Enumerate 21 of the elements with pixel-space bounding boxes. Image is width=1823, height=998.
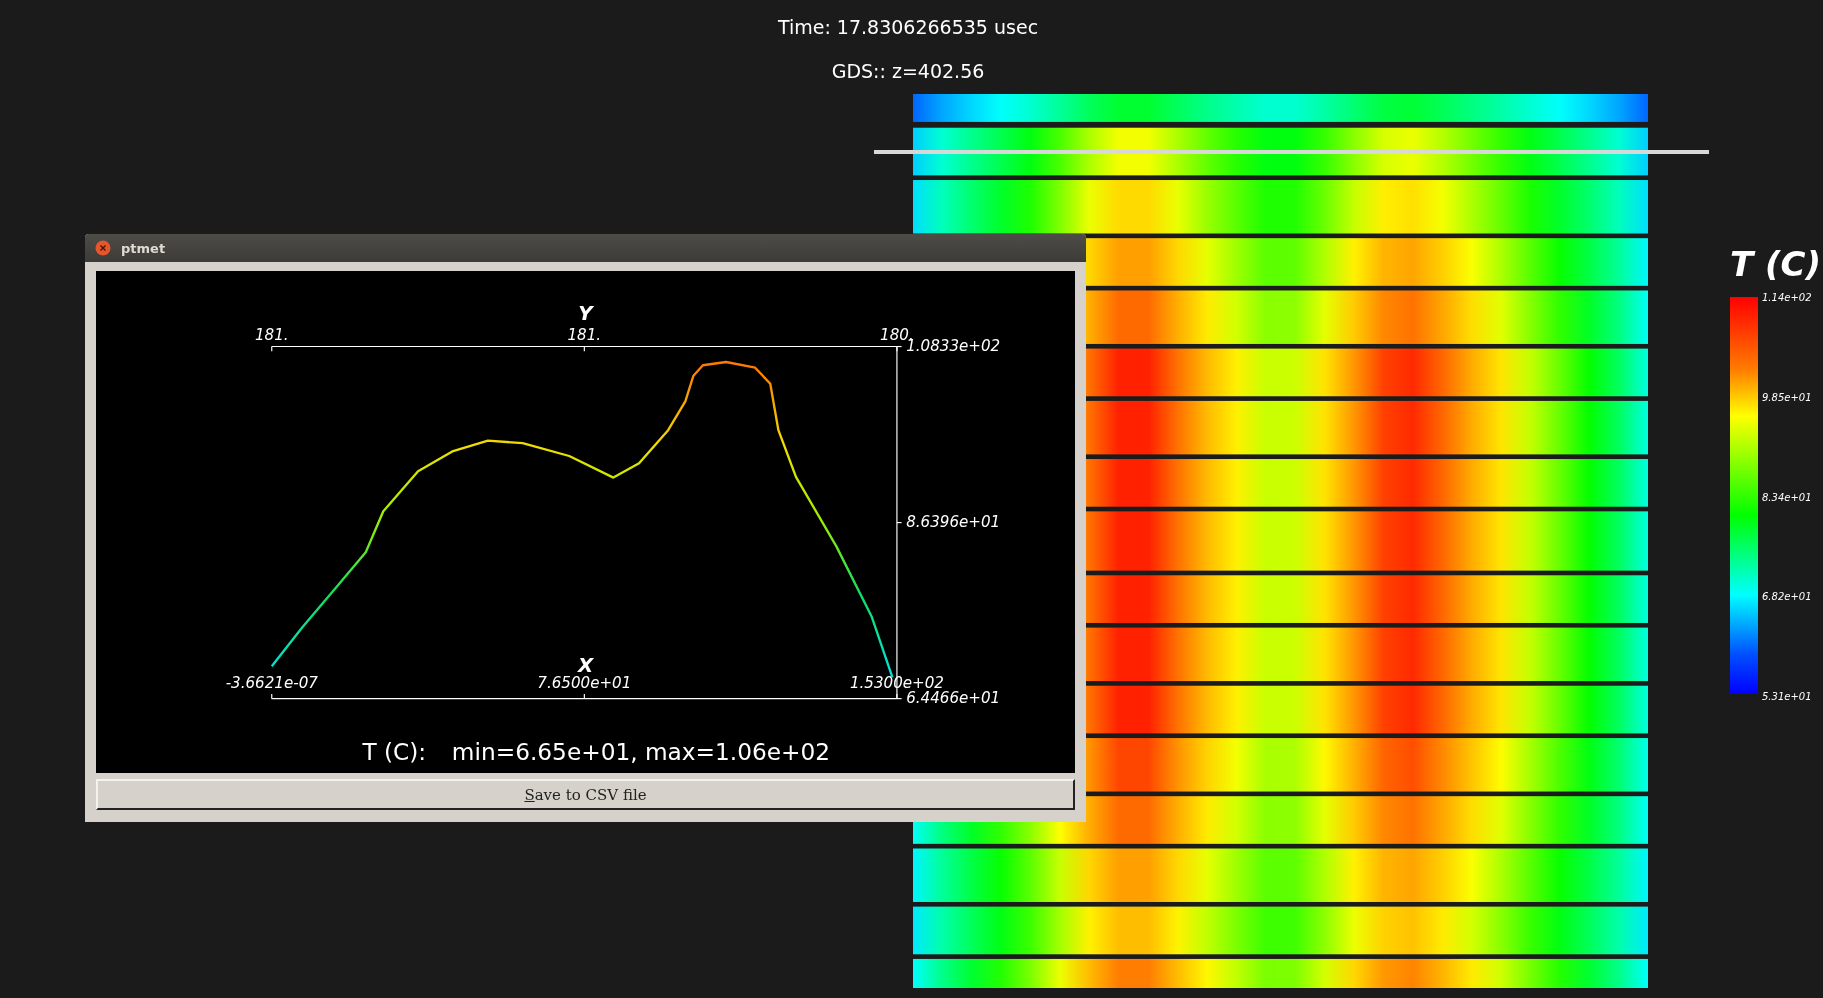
legend-title: T (C): [1730, 244, 1822, 284]
axis-title: Y: [578, 301, 593, 325]
slice-label: GDS:: z=402.56: [830, 60, 986, 82]
tick-label: 181.: [254, 325, 289, 344]
scale-label: 6.82e+01: [1762, 591, 1812, 603]
time-label: Time: 17.8306266535 usec: [776, 16, 1040, 38]
scale-label: 1.14e+02: [1762, 292, 1812, 303]
tick-label: -3.6621e-07: [225, 674, 318, 693]
tick-label: 8.6396e+01: [906, 513, 1001, 532]
scale-label: 8.34e+01: [1762, 491, 1812, 503]
tick-label: 181.: [567, 325, 602, 344]
close-icon[interactable]: [95, 240, 111, 256]
scale-label: 9.85e+01: [1762, 391, 1812, 403]
axis-title: X: [577, 653, 594, 677]
summary-label: T (C):: [362, 738, 427, 766]
tick-label: 7.6500e+01: [537, 674, 632, 693]
save-csv-button[interactable]: Save to CSV file: [96, 779, 1075, 810]
tick-label: 6.4466e+01: [906, 689, 1001, 708]
scale-label: 5.31e+01: [1762, 691, 1812, 702]
window-title: ptmet: [121, 240, 166, 256]
summary-text: min=6.65e+01, max=1.06e+02: [451, 738, 831, 766]
